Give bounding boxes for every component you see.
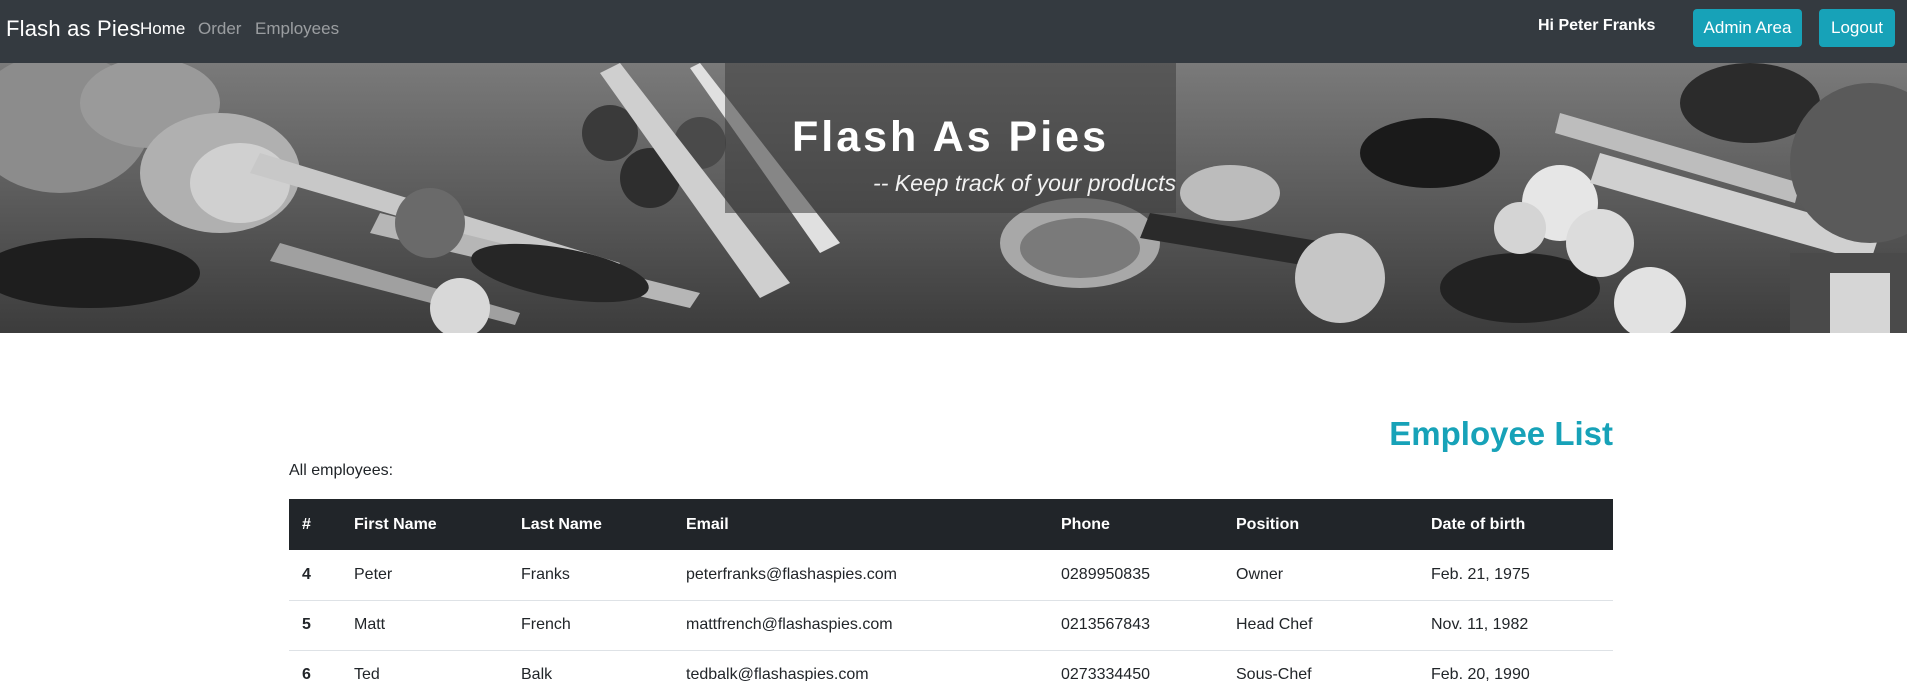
nav-order-link[interactable]: Order bbox=[198, 19, 241, 39]
cell-date-of-birth: Nov. 11, 1982 bbox=[1418, 600, 1613, 651]
cell-position: Head Chef bbox=[1223, 600, 1418, 651]
hero-title: Flash As Pies bbox=[791, 113, 1110, 161]
brand-link[interactable]: Flash as Pies bbox=[6, 16, 141, 42]
cell-position: Owner bbox=[1223, 550, 1418, 601]
user-greeting: Hi Peter Franks bbox=[1538, 17, 1656, 34]
cell-id: 4 bbox=[289, 550, 341, 601]
table-header-row: # First Name Last Name Email Phone Posit… bbox=[289, 499, 1613, 550]
column-header-date-of-birth: Date of birth bbox=[1418, 499, 1613, 550]
nav-employees-link[interactable]: Employees bbox=[255, 19, 339, 39]
cell-email: tedbalk@flashaspies.com bbox=[673, 650, 1048, 681]
cell-phone: 0213567843 bbox=[1048, 600, 1223, 651]
top-navbar: Flash as Pies Home Order Employees Hi Pe… bbox=[0, 0, 1907, 63]
cell-last-name: Balk bbox=[508, 650, 673, 681]
column-header-email: Email bbox=[673, 499, 1048, 550]
cell-last-name: Franks bbox=[508, 550, 673, 601]
cell-date-of-birth: Feb. 20, 1990 bbox=[1418, 650, 1613, 681]
cell-email: peterfranks@flashaspies.com bbox=[673, 550, 1048, 601]
employee-table: # First Name Last Name Email Phone Posit… bbox=[289, 499, 1613, 681]
intro-text: All employees: bbox=[289, 462, 394, 479]
cell-email: mattfrench@flashaspies.com bbox=[673, 600, 1048, 651]
column-header-last-name: Last Name bbox=[508, 499, 673, 550]
cell-phone: 0289950835 bbox=[1048, 550, 1223, 601]
nav-home-link[interactable]: Home bbox=[140, 19, 185, 39]
cell-first-name: Matt bbox=[341, 600, 508, 651]
cell-first-name: Ted bbox=[341, 650, 508, 681]
column-header-position: Position bbox=[1223, 499, 1418, 550]
cell-id: 5 bbox=[289, 600, 341, 651]
column-header-id: # bbox=[289, 499, 341, 550]
cell-date-of-birth: Feb. 21, 1975 bbox=[1418, 550, 1613, 601]
cell-id: 6 bbox=[289, 650, 341, 681]
cell-first-name: Peter bbox=[341, 550, 508, 601]
column-header-phone: Phone bbox=[1048, 499, 1223, 550]
table-row: 6 Ted Balk tedbalk@flashaspies.com 02733… bbox=[289, 650, 1613, 681]
hero-banner: Flash As Pies -- Keep track of your prod… bbox=[0, 63, 1907, 333]
admin-area-button[interactable]: Admin Area bbox=[1693, 9, 1802, 47]
column-header-first-name: First Name bbox=[341, 499, 508, 550]
cell-phone: 0273334450 bbox=[1048, 650, 1223, 681]
logout-button[interactable]: Logout bbox=[1819, 9, 1895, 47]
table-row: 4 Peter Franks peterfranks@flashaspies.c… bbox=[289, 550, 1613, 601]
cell-last-name: French bbox=[508, 600, 673, 651]
cell-position: Sous-Chef bbox=[1223, 650, 1418, 681]
hero-subtitle: -- Keep track of your products bbox=[873, 170, 1176, 196]
page-title: Employee List bbox=[1389, 415, 1613, 452]
table-row: 5 Matt French mattfrench@flashaspies.com… bbox=[289, 600, 1613, 651]
